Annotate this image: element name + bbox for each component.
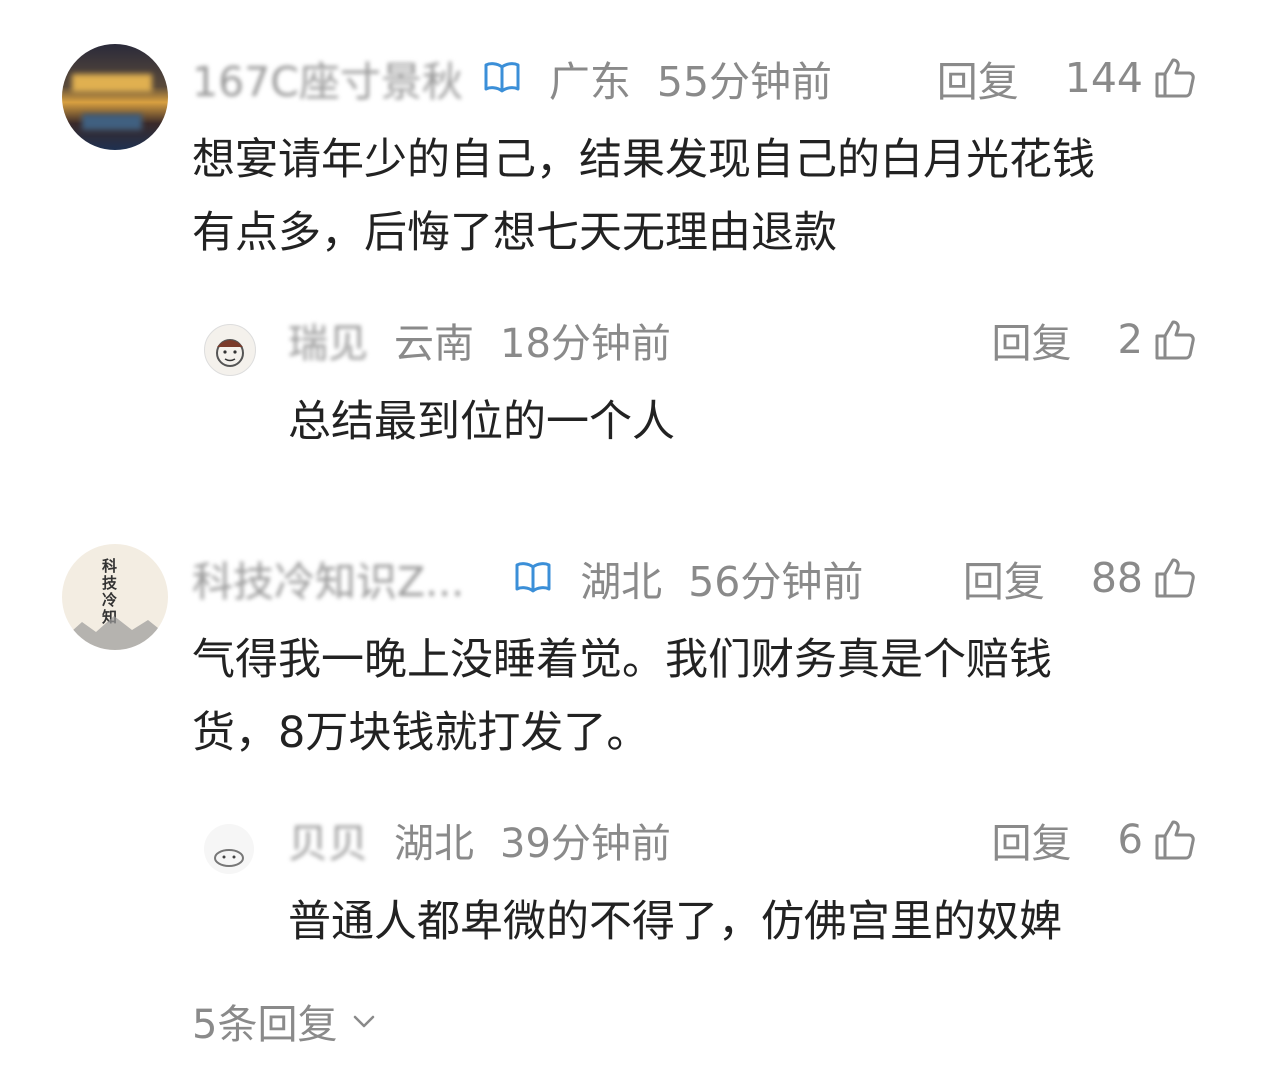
timestamp: 55分钟前 [656, 58, 833, 106]
reply-button[interactable]: 回复 [992, 311, 1072, 369]
more-replies-button[interactable]: 5条回复 [192, 992, 379, 1050]
reply-text: 普通人都卑微的不得了，仿佛宫里的奴婢 [288, 897, 1062, 947]
thumb-up-icon[interactable] [1151, 554, 1199, 602]
username[interactable]: 科技冷知识Z... [192, 548, 464, 608]
avatar[interactable] [204, 324, 256, 376]
like-count: 2 [1117, 317, 1143, 363]
reply-actions: 回复 2 [992, 310, 1199, 370]
location: 云南 [394, 321, 474, 367]
like-count: 144 [1064, 54, 1143, 102]
comment-text-line: 气得我一晚上没睡着觉。我们财务真是个赔钱 [192, 635, 1052, 685]
like-count: 88 [1090, 554, 1143, 602]
reply-text: 总结最到位的一个人 [288, 397, 675, 447]
reply-meta: 瑞见 云南 18分钟前 [288, 310, 671, 370]
verified-book-icon [515, 562, 551, 593]
reply-button[interactable]: 回复 [963, 548, 1045, 608]
location: 湖北 [394, 821, 474, 867]
comment-meta: 科技冷知识Z... 湖北 56分钟前 [192, 548, 863, 608]
comment-text-line: 货，8万块钱就打发了。 [192, 708, 650, 758]
comment-item: 167C座寸景秋 广东 55分钟前 回复 144 想宴请年少的自己，结果发现自己… [0, 0, 1267, 280]
location: 广东 [548, 58, 631, 106]
timestamp: 56分钟前 [688, 558, 864, 606]
more-replies-label: 5条回复 [192, 1002, 338, 1048]
avatar[interactable] [204, 824, 254, 874]
thumb-up-icon[interactable] [1151, 316, 1199, 364]
comment-actions: 回复 88 [963, 548, 1199, 608]
reply-item: 瑞见 云南 18分钟前 回复 2 总结最到位的一个人 [0, 300, 1267, 460]
username[interactable]: 贝贝 [288, 811, 368, 869]
comment-text-line: 想宴请年少的自己，结果发现自己的白月光花钱 [192, 135, 1095, 185]
timestamp: 18分钟前 [500, 321, 671, 367]
comment-text: 气得我一晚上没睡着觉。我们财务真是个赔钱 货，8万块钱就打发了。 [192, 624, 1052, 770]
avatar[interactable]: 科技冷知 [62, 544, 168, 650]
reply-button[interactable]: 回复 [992, 811, 1072, 869]
reply-actions: 回复 6 [992, 810, 1199, 870]
comment-actions: 回复 144 [937, 48, 1199, 108]
like-count: 6 [1117, 817, 1143, 863]
location: 湖北 [580, 558, 663, 606]
avatar[interactable] [62, 44, 168, 150]
username[interactable]: 167C座寸景秋 [192, 48, 463, 108]
verified-book-icon [484, 62, 520, 93]
comment-text-line: 有点多，后悔了想七天无理由退款 [192, 208, 837, 258]
reply-button[interactable]: 回复 [937, 48, 1019, 108]
face-icon [216, 339, 244, 367]
reply-meta: 贝贝 湖北 39分钟前 [288, 810, 671, 870]
reply-item: 贝贝 湖北 39分钟前 回复 6 普通人都卑微的不得了，仿佛宫里的奴婢 [0, 800, 1267, 960]
comment-item: 科技冷知 科技冷知识Z... 湖北 56分钟前 回复 88 气得我一晚上没睡着觉… [0, 520, 1267, 780]
thumb-up-icon[interactable] [1151, 816, 1199, 864]
mountain-icon [62, 616, 168, 650]
timestamp: 39分钟前 [500, 821, 671, 867]
chevron-down-icon [354, 1015, 375, 1028]
comment-text: 想宴请年少的自己，结果发现自己的白月光花钱 有点多，后悔了想七天无理由退款 [192, 124, 1095, 270]
comment-meta: 167C座寸景秋 广东 55分钟前 [192, 48, 832, 108]
thumb-up-icon[interactable] [1151, 54, 1199, 102]
face-icon [214, 849, 244, 867]
username[interactable]: 瑞见 [288, 311, 368, 369]
